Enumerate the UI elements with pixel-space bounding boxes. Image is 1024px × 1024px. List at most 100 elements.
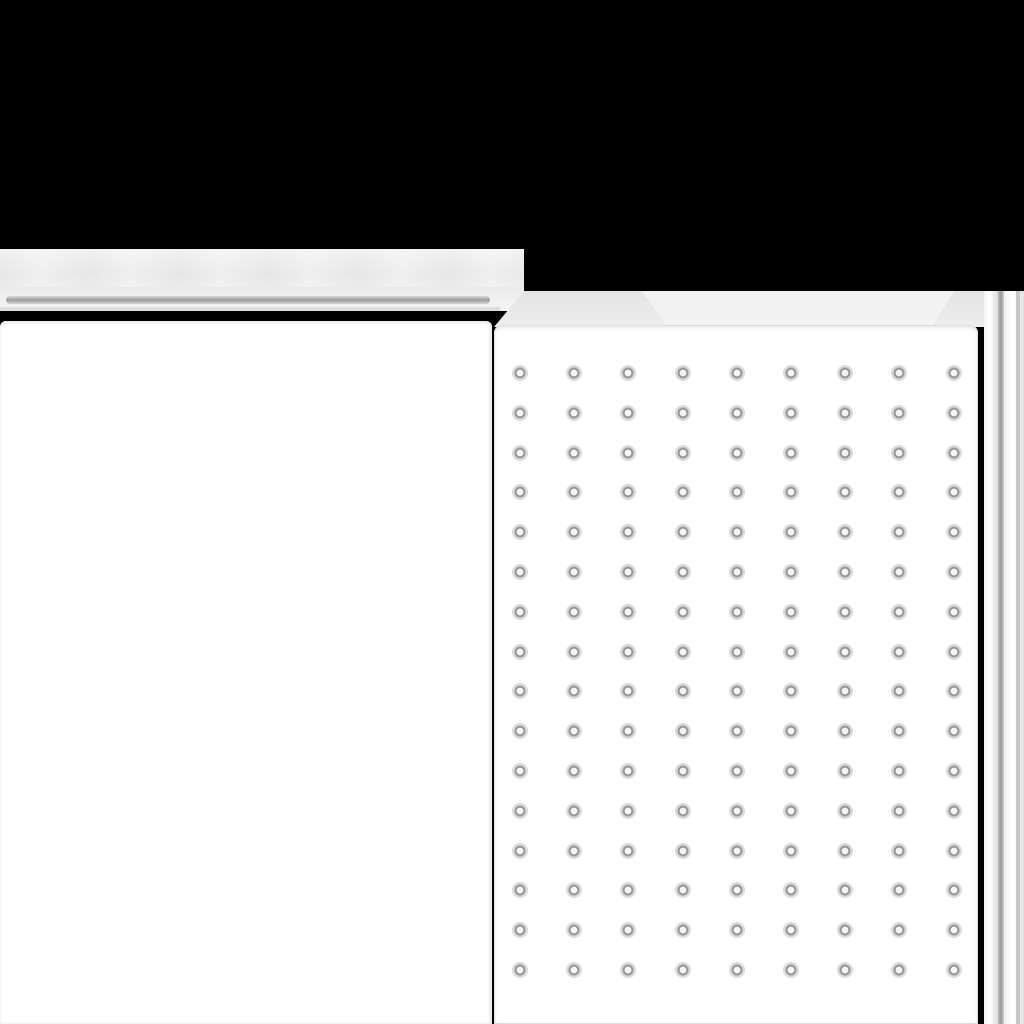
hole-icon [621, 565, 636, 579]
hole-icon [838, 644, 853, 659]
hole-icon [838, 485, 853, 500]
hole-icon [838, 963, 853, 977]
hole-icon [729, 445, 744, 460]
hole-icon [946, 923, 961, 938]
hole-icon [838, 923, 853, 938]
bevel-highlight [642, 291, 954, 327]
hole-icon [675, 803, 690, 818]
hole-icon [621, 923, 636, 938]
hole-icon [946, 644, 961, 659]
hole-icon [513, 843, 527, 858]
hole-icon [675, 923, 690, 938]
hole-icon [513, 803, 527, 818]
hole-icon [513, 445, 527, 460]
hole-icon [784, 366, 798, 380]
hole-icon [838, 405, 853, 420]
hole-icon [892, 366, 907, 380]
hole-icon [784, 485, 798, 500]
hole-icon [892, 485, 907, 500]
rail-groove [6, 296, 490, 304]
hole-icon [946, 525, 961, 540]
hole-icon [946, 445, 961, 460]
hole-icon [567, 724, 582, 739]
hole-icon [729, 724, 744, 739]
hole-icon [621, 963, 636, 977]
hole-icon [513, 883, 527, 898]
hole-icon [567, 644, 582, 659]
hole-icon [946, 565, 961, 579]
hole-icon [946, 843, 961, 858]
hole-icon [892, 405, 907, 420]
hole-icon [729, 963, 744, 977]
hole-icon [838, 803, 853, 818]
hole-icon [729, 923, 744, 938]
hole-icon [784, 724, 798, 739]
hole-icon [838, 883, 853, 898]
hole-icon [675, 604, 690, 619]
hole-icon [567, 366, 582, 380]
hole-icon [838, 684, 853, 699]
side-rail-inner [1004, 291, 1024, 1024]
hole-icon [675, 405, 690, 420]
hole-icon [567, 963, 582, 977]
hole-icon [567, 883, 582, 898]
hole-icon [621, 445, 636, 460]
hole-icon [675, 366, 690, 380]
hole-icon [621, 883, 636, 898]
hole-icon [946, 764, 961, 778]
hole-icon [567, 923, 582, 938]
texture-canvas [0, 0, 1024, 1024]
hole-icon [675, 843, 690, 858]
hole-icon [784, 883, 798, 898]
hole-icon [621, 764, 636, 778]
hole-icon [838, 604, 853, 619]
hole-icon [567, 764, 582, 778]
hole-icon [675, 445, 690, 460]
hole-icon [784, 445, 798, 460]
hole-icon [892, 843, 907, 858]
hole-icon [675, 963, 690, 977]
hole-icon [729, 803, 744, 818]
side-rail-line [1016, 291, 1020, 1024]
hole-icon [513, 485, 527, 500]
hole-icon [838, 366, 853, 380]
hole-icon [892, 565, 907, 579]
hole-icon [567, 684, 582, 699]
hole-icon [729, 843, 744, 858]
hole-icon [621, 405, 636, 420]
hole-icon [675, 724, 690, 739]
rail-highlight [0, 249, 524, 287]
hole-icon [784, 843, 798, 858]
hole-icon [892, 803, 907, 818]
hole-icon [784, 644, 798, 659]
hole-icon [513, 644, 527, 659]
hole-icon [729, 485, 744, 500]
hole-icon [946, 604, 961, 619]
hole-icon [675, 684, 690, 699]
hole-icon [729, 644, 744, 659]
hole-icon [675, 485, 690, 500]
hole-icon [675, 565, 690, 579]
hole-icon [784, 604, 798, 619]
hole-icon [567, 565, 582, 579]
hole-icon [567, 485, 582, 500]
hole-icon [567, 405, 582, 420]
hole-icon [784, 963, 798, 977]
hole-icon [946, 485, 961, 500]
hole-icon [513, 405, 527, 420]
hole-icon [784, 565, 798, 579]
hole-icon [892, 445, 907, 460]
hole-icon [892, 764, 907, 778]
hole-icon [621, 724, 636, 739]
hole-icon [784, 405, 798, 420]
hole-icon [729, 764, 744, 778]
hole-icon [513, 764, 527, 778]
hole-icon [621, 366, 636, 380]
hole-icon [892, 724, 907, 739]
hole-icon [838, 724, 853, 739]
hole-icon [729, 684, 744, 699]
hole-icon [729, 565, 744, 579]
hole-icon [784, 803, 798, 818]
perforated-panel [494, 325, 978, 1024]
hole-icon [567, 843, 582, 858]
